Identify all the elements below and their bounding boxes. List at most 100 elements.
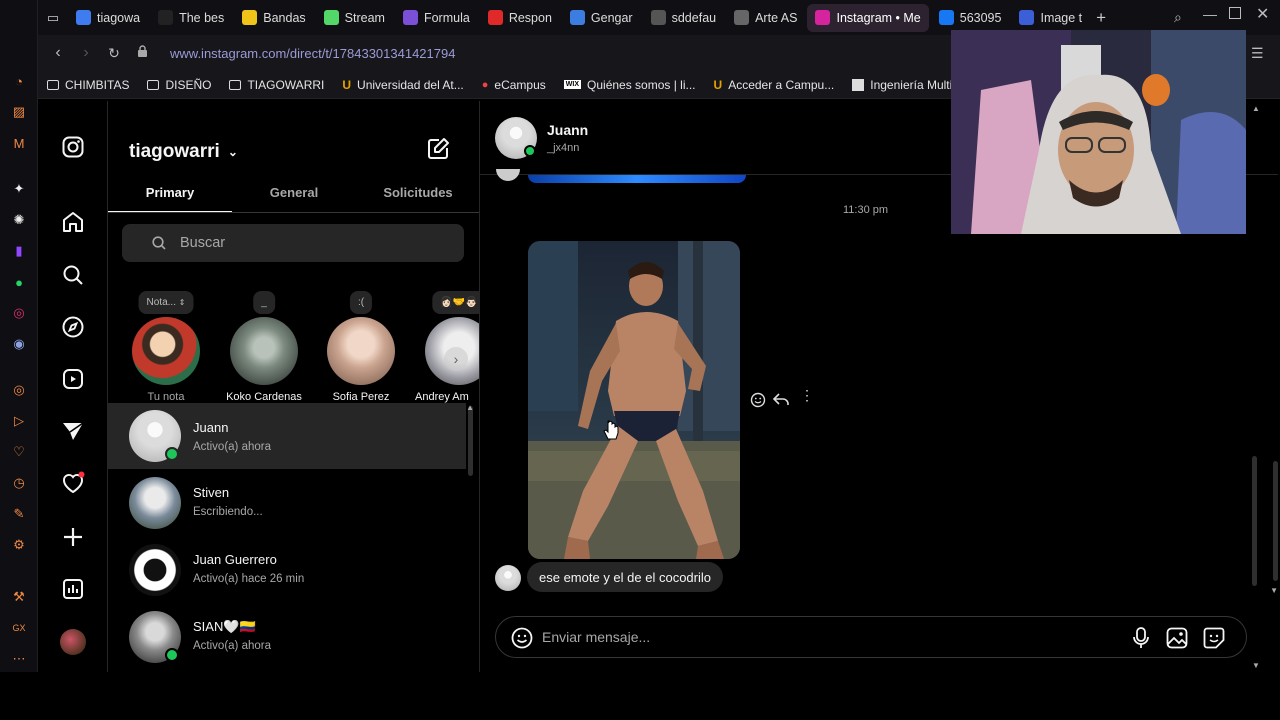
previous-attachment[interactable] (528, 175, 746, 183)
emoji-icon[interactable] (511, 627, 533, 652)
scroll-up-arrow[interactable]: ▲ (466, 403, 474, 412)
close-window-button[interactable]: ✕ (1256, 4, 1269, 24)
bookmark-ecampus[interactable]: ● eCampus (473, 78, 555, 92)
chat-scrollbar[interactable] (1273, 461, 1278, 581)
page-scrollbar[interactable] (1252, 456, 1257, 586)
more-icon[interactable]: ⋯ (10, 650, 28, 668)
whatsapp-icon[interactable]: ● (10, 273, 28, 291)
new-tab-button[interactable]: + (1096, 8, 1106, 28)
microphone-icon[interactable] (1132, 627, 1150, 652)
tab-general[interactable]: General (232, 181, 356, 212)
scroll-down-arrow[interactable]: ▼ (1270, 586, 1278, 595)
bookmark-ingenieria[interactable]: Ingeniería Multi (843, 78, 961, 92)
react-emoji-icon[interactable] (750, 392, 766, 413)
instagram-nav (38, 101, 108, 672)
browser-tab[interactable]: sddefau (643, 4, 724, 32)
page-scroll-down-arrow[interactable]: ▼ (1252, 661, 1260, 670)
url-text[interactable]: www.instagram.com/direct/t/1784330134142… (170, 46, 455, 61)
instagram-icon[interactable]: ◎ (10, 304, 28, 322)
tab-primary[interactable]: Primary (108, 181, 232, 212)
message-bubble[interactable]: ese emote y el de el cocodrilo (527, 562, 723, 592)
browser-tab[interactable]: Formula (395, 4, 478, 32)
thread-item[interactable]: Juann Activo(a) ahora (108, 403, 466, 469)
browser-tab[interactable]: Arte AS (726, 4, 805, 32)
tools-icon[interactable]: ⚒ (10, 588, 28, 606)
chatgpt-icon[interactable]: ✺ (10, 211, 28, 229)
bookmark-campus[interactable]: U Acceder a Campu... (705, 78, 844, 92)
back-icon[interactable]: ‹ (44, 44, 72, 62)
tab-label: Gengar (590, 10, 633, 25)
tab-requests[interactable]: Solicitudes (356, 181, 479, 212)
tab-label: Instagram • Me (836, 10, 921, 25)
browser-tab[interactable]: Gengar (562, 4, 641, 32)
browser-tab[interactable]: Bandas (234, 4, 313, 32)
instagram-logo-icon[interactable] (60, 134, 86, 160)
gx-icon[interactable]: GX (10, 619, 28, 637)
sticker-icon[interactable] (1203, 627, 1225, 652)
browser-tab[interactable]: Instagram • Me (807, 3, 929, 32)
maximize-button[interactable] (1229, 7, 1241, 19)
notifications-icon[interactable] (60, 470, 86, 496)
account-switcher[interactable]: tiagowarri ⌄ (129, 141, 238, 163)
twitch-icon[interactable]: ▮ (10, 242, 28, 260)
messages-icon[interactable] (60, 418, 86, 444)
tab-label: 563095 (959, 10, 1002, 25)
settings-icon[interactable]: ⚙ (10, 536, 28, 554)
browser-search-icon[interactable]: ⌕ (1174, 9, 1182, 26)
shared-photo[interactable] (528, 241, 740, 559)
profile-avatar[interactable] (60, 629, 86, 655)
tab-manager-icon[interactable]: ▭ (38, 10, 68, 26)
reload-icon[interactable]: ↻ (100, 45, 128, 62)
extensions-icon[interactable]: ✎ (10, 505, 28, 523)
menu-icon[interactable]: ☰ (1251, 45, 1264, 62)
send-icon[interactable]: ▷ (10, 412, 28, 430)
browser-tab[interactable]: Stream (316, 4, 393, 32)
inbox-scrollbar[interactable] (468, 406, 473, 476)
browser-tab[interactable]: The bes (150, 4, 232, 32)
thread-status: Activo(a) ahora (193, 441, 271, 453)
gmail-icon[interactable]: M (10, 134, 28, 152)
more-options-icon[interactable]: ⋮ (800, 388, 814, 402)
image-icon[interactable] (1166, 627, 1188, 652)
home-icon[interactable] (60, 209, 86, 235)
new-message-icon[interactable] (426, 137, 450, 166)
create-icon[interactable] (60, 524, 86, 550)
minimize-button[interactable]: — (1203, 6, 1217, 22)
bookmark-universidad[interactable]: U Universidad del At... (333, 78, 472, 92)
discord-icon[interactable]: ◉ (10, 335, 28, 353)
bookmark-diseno[interactable]: DISEÑO (138, 78, 220, 92)
music-icon[interactable]: ◎ (10, 381, 28, 399)
bookmark-chimbitas[interactable]: CHIMBITAS (38, 78, 138, 92)
message-composer[interactable]: Enviar mensaje... (495, 616, 1247, 658)
bookmark-quienes-somos[interactable]: WIX Quiénes somos | li... (555, 78, 705, 92)
thread-item[interactable]: SIAN🤍🇨🇴 Activo(a) ahora (108, 604, 466, 670)
ai-icon[interactable]: ✦ (10, 180, 28, 198)
note-bubble: Nota... ⇕ (138, 291, 194, 314)
notes-next-button[interactable]: › (444, 347, 468, 371)
page-scroll-up-arrow[interactable]: ▲ (1252, 104, 1260, 113)
explore-icon[interactable] (60, 314, 86, 340)
search-icon (152, 236, 166, 250)
browser-tab[interactable]: Image t (1011, 4, 1090, 32)
browser-tab[interactable]: 563095 (931, 4, 1010, 32)
bookmark-tiagowarri[interactable]: TIAGOWARRI (220, 78, 333, 92)
search-icon[interactable] (60, 262, 86, 288)
chat-name[interactable]: Juann (547, 122, 588, 138)
browser-tab[interactable]: Respon (480, 4, 560, 32)
heart-icon[interactable]: ♡ (10, 443, 28, 461)
tab-favicon-icon (487, 10, 503, 25)
clock-icon[interactable]: ◷ (10, 474, 28, 492)
history-icon[interactable]: ◔ (10, 72, 28, 90)
sender-avatar (496, 169, 520, 181)
tab-label: Stream (344, 10, 385, 25)
dashboard-icon[interactable] (60, 576, 86, 602)
notes-icon[interactable]: ▨ (10, 103, 28, 121)
browser-tab[interactable]: tiagowa (68, 4, 148, 32)
search-input[interactable]: Buscar (122, 224, 464, 262)
thread-item[interactable]: Stiven Escribiendo... (108, 470, 466, 536)
reels-icon[interactable] (60, 366, 86, 392)
thread-item[interactable]: Juan Guerrero Activo(a) hace 26 min (108, 537, 466, 603)
note-name: Koko Cardenas (226, 391, 302, 403)
forward-icon[interactable]: › (72, 44, 100, 62)
reply-icon[interactable] (772, 391, 790, 412)
